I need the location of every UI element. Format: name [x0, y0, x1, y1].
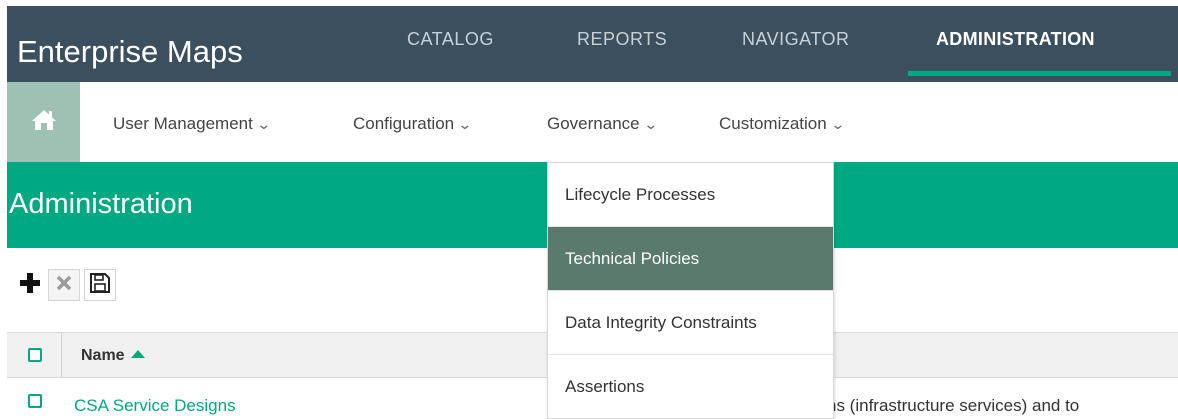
- plus-icon: [19, 272, 41, 299]
- chevron-down-icon: ⌄: [256, 116, 272, 132]
- menu-label: Configuration: [353, 114, 455, 133]
- sort-ascending-icon: [130, 350, 145, 358]
- menu-label: Governance: [547, 114, 640, 133]
- menu-user-management[interactable]: User Management ⌄: [113, 114, 272, 134]
- add-button[interactable]: [14, 269, 46, 301]
- delete-x-icon: [56, 275, 72, 296]
- tab-administration[interactable]: ADMINISTRATION: [936, 29, 1095, 50]
- menu-item-data-integrity-constraints[interactable]: Data Integrity Constraints: [548, 291, 833, 355]
- chevron-down-icon: ⌄: [829, 116, 846, 132]
- menu-customization[interactable]: Customization ⌄: [719, 114, 846, 134]
- tab-reports[interactable]: REPORTS: [577, 29, 667, 50]
- app-title[interactable]: Enterprise Maps: [17, 34, 243, 70]
- delete-button[interactable]: [48, 269, 80, 301]
- home-button[interactable]: [7, 82, 80, 162]
- row-name-link[interactable]: CSA Service Designs: [74, 396, 236, 416]
- select-all-checkbox[interactable]: [28, 348, 42, 362]
- menu-item-assertions[interactable]: Assertions: [548, 355, 833, 419]
- active-tab-indicator: [908, 71, 1171, 76]
- home-icon: [31, 108, 57, 137]
- row-checkbox[interactable]: [28, 394, 42, 408]
- menu-governance[interactable]: Governance ⌄: [547, 114, 659, 134]
- menu-label: Customization: [719, 114, 827, 133]
- chevron-down-icon: ⌄: [457, 116, 473, 132]
- tab-navigator[interactable]: NAVIGATOR: [742, 29, 850, 50]
- page-title: Administration: [9, 188, 193, 220]
- column-header-label: Name: [81, 347, 125, 364]
- save-button[interactable]: [84, 269, 116, 301]
- sub-navigation: User Management ⌄ Configuration ⌄ Governan…: [7, 82, 1178, 162]
- menu-label: User Management: [113, 114, 253, 133]
- menu-configuration[interactable]: Configuration ⌄: [353, 114, 473, 134]
- menu-item-technical-policies[interactable]: Technical Policies: [548, 227, 833, 291]
- chevron-down-icon: ⌄: [642, 116, 659, 132]
- top-bar: Enterprise Maps CATALOG REPORTS NAVIGATO…: [0, 0, 1178, 82]
- row-description: ns (infrastructure services) and to: [827, 396, 1080, 415]
- column-header-name[interactable]: Name: [81, 347, 145, 365]
- tab-catalog[interactable]: CATALOG: [407, 29, 494, 50]
- menu-item-lifecycle-processes[interactable]: Lifecycle Processes: [548, 163, 833, 227]
- save-disk-icon: [90, 272, 110, 298]
- governance-dropdown-menu: Lifecycle Processes Technical Policies D…: [547, 162, 834, 419]
- column-divider: [61, 333, 62, 377]
